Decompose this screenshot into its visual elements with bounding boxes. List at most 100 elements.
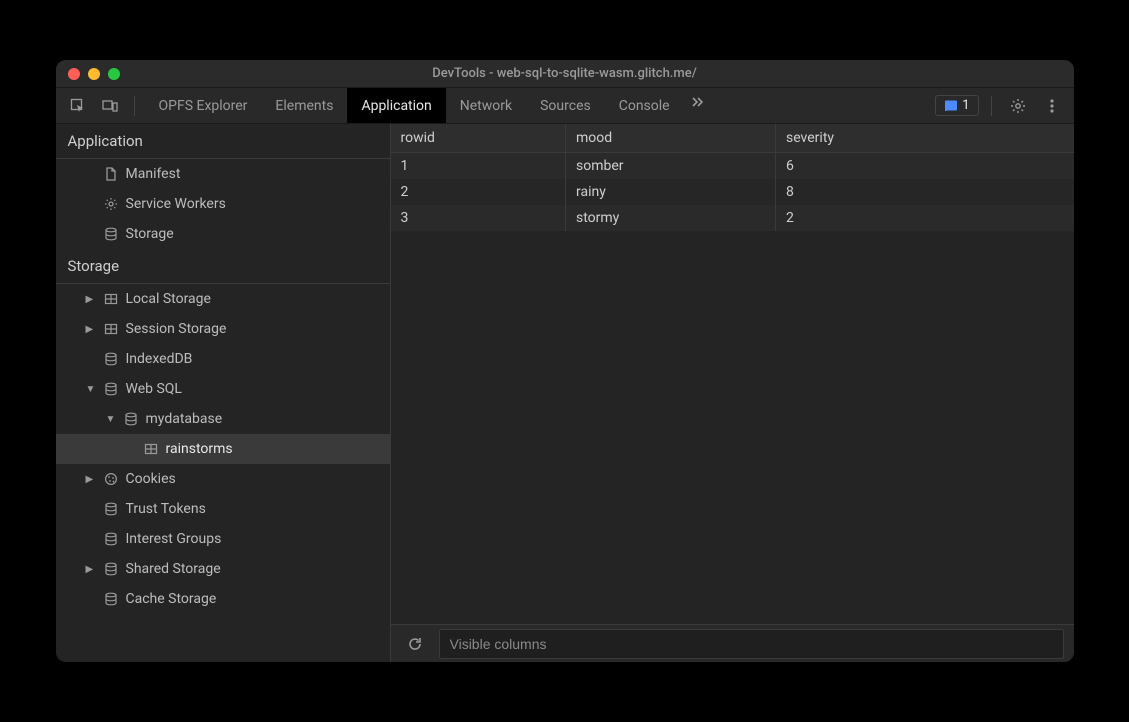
table-row[interactable]: 3stormy2	[391, 205, 1074, 231]
table-panel: rowid mood severity 1somber62rainy83stor…	[391, 124, 1074, 662]
db-icon	[102, 382, 120, 396]
section-header-application: Application	[56, 124, 390, 159]
toolbar-divider	[134, 96, 135, 116]
more-options-button[interactable]	[1038, 92, 1066, 120]
sidebar-item-session-storage[interactable]: ▶ Session Storage	[56, 314, 390, 344]
gear-icon	[102, 197, 120, 211]
tab-application[interactable]: Application	[347, 88, 445, 123]
cell-mood: somber	[566, 153, 776, 180]
table-header-row: rowid mood severity	[391, 124, 1074, 153]
sidebar-item-web-sql[interactable]: ▼ Web SQL	[56, 374, 390, 404]
db-icon	[122, 412, 140, 426]
db-icon	[102, 502, 120, 516]
sidebar-item-manifest[interactable]: Manifest	[56, 159, 390, 189]
sidebar-item-label: Manifest	[126, 166, 181, 182]
device-icon	[102, 98, 118, 114]
refresh-button[interactable]	[401, 630, 429, 658]
sidebar-item-label: Storage	[126, 226, 174, 242]
cell-severity: 2	[776, 205, 1074, 231]
sidebar-item-label: rainstorms	[166, 441, 233, 457]
issues-count: 1	[962, 98, 969, 113]
cell-severity: 8	[776, 179, 1074, 205]
application-sidebar: Application Manifest Service Workers Stora…	[56, 124, 391, 662]
grid-icon	[102, 292, 120, 306]
sidebar-item-label: IndexedDB	[126, 351, 193, 367]
sidebar-item-service-workers[interactable]: Service Workers	[56, 189, 390, 219]
chevron-right-icon[interactable]: ▶	[86, 474, 96, 485]
sidebar-item-label: Local Storage	[126, 291, 211, 307]
device-toggle-button[interactable]	[96, 92, 124, 120]
sidebar-item-shared-storage[interactable]: ▶Shared Storage	[56, 554, 390, 584]
cell-mood: stormy	[566, 205, 776, 231]
sidebar-item-local-storage[interactable]: ▶ Local Storage	[56, 284, 390, 314]
table-row[interactable]: 1somber6	[391, 153, 1074, 180]
file-icon	[102, 167, 120, 181]
chevron-down-icon[interactable]: ▼	[106, 414, 116, 425]
column-header-severity[interactable]: severity	[776, 124, 1074, 153]
kebab-icon	[1050, 99, 1054, 113]
sidebar-item-trust-tokens[interactable]: Trust Tokens	[56, 494, 390, 524]
issues-icon	[944, 99, 958, 113]
sidebar-item-indexeddb[interactable]: IndexedDB	[56, 344, 390, 374]
cell-rowid: 3	[391, 205, 566, 231]
close-window-button[interactable]	[68, 68, 80, 80]
sidebar-item-interest-groups[interactable]: Interest Groups	[56, 524, 390, 554]
panel-tabs: OPFS Explorer Elements Application Netwo…	[145, 88, 932, 123]
visible-columns-input[interactable]	[439, 629, 1064, 659]
maximize-window-button[interactable]	[108, 68, 120, 80]
cell-severity: 6	[776, 153, 1074, 180]
tab-elements[interactable]: Elements	[261, 88, 347, 123]
db-icon	[102, 592, 120, 606]
sidebar-item-label: Service Workers	[126, 196, 226, 212]
column-header-rowid[interactable]: rowid	[391, 124, 566, 153]
toolbar-right: 1	[935, 92, 1065, 120]
sidebar-item-label: Cache Storage	[126, 591, 217, 607]
sidebar-item-label: Session Storage	[126, 321, 227, 337]
column-header-mood[interactable]: mood	[566, 124, 776, 153]
db-icon	[102, 532, 120, 546]
grid-icon	[142, 442, 160, 456]
tab-opfs-explorer[interactable]: OPFS Explorer	[145, 88, 262, 123]
table-scroll[interactable]: rowid mood severity 1somber62rainy83stor…	[391, 124, 1074, 624]
sidebar-item-label: Trust Tokens	[126, 501, 206, 517]
chevron-double-right-icon	[691, 95, 705, 109]
tab-console[interactable]: Console	[605, 88, 684, 123]
toolbar-divider	[991, 96, 992, 116]
db-icon	[102, 562, 120, 576]
chevron-down-icon[interactable]: ▼	[86, 384, 96, 395]
sidebar-item-label: Cookies	[126, 471, 176, 487]
sidebar-item-label: Web SQL	[126, 381, 182, 397]
settings-button[interactable]	[1004, 92, 1032, 120]
data-grid: rowid mood severity 1somber62rainy83stor…	[391, 124, 1074, 231]
devtools-window: DevTools - web-sql-to-sqlite-wasm.glitch…	[56, 60, 1074, 662]
main-toolbar: OPFS Explorer Elements Application Netwo…	[56, 88, 1074, 124]
sidebar-item-rainstorms[interactable]: rainstorms	[56, 434, 390, 464]
cell-rowid: 2	[391, 179, 566, 205]
tab-network[interactable]: Network	[446, 88, 526, 123]
inspect-icon	[70, 98, 86, 114]
chevron-right-icon[interactable]: ▶	[86, 324, 96, 335]
db-icon	[102, 352, 120, 366]
grid-icon	[102, 322, 120, 336]
sidebar-item-mydatabase[interactable]: ▼ mydatabase	[56, 404, 390, 434]
minimize-window-button[interactable]	[88, 68, 100, 80]
content-area: Application Manifest Service Workers Stora…	[56, 124, 1074, 662]
inspect-element-button[interactable]	[64, 92, 92, 120]
tab-sources[interactable]: Sources	[526, 88, 605, 123]
sidebar-item-cookies[interactable]: ▶ Cookies	[56, 464, 390, 494]
cell-mood: rainy	[566, 179, 776, 205]
more-tabs-button[interactable]	[684, 88, 712, 116]
gear-icon	[1010, 98, 1026, 114]
refresh-icon	[407, 636, 423, 652]
chevron-right-icon[interactable]: ▶	[86, 294, 96, 305]
titlebar: DevTools - web-sql-to-sqlite-wasm.glitch…	[56, 60, 1074, 88]
section-header-storage: Storage	[56, 249, 390, 284]
cell-rowid: 1	[391, 153, 566, 180]
chevron-right-icon[interactable]: ▶	[86, 564, 96, 575]
sidebar-item-cache-storage[interactable]: Cache Storage	[56, 584, 390, 614]
cookie-icon	[102, 472, 120, 486]
table-row[interactable]: 2rainy8	[391, 179, 1074, 205]
issues-button[interactable]: 1	[935, 95, 978, 116]
sidebar-item-label: mydatabase	[146, 411, 223, 427]
sidebar-item-storage[interactable]: Storage	[56, 219, 390, 249]
